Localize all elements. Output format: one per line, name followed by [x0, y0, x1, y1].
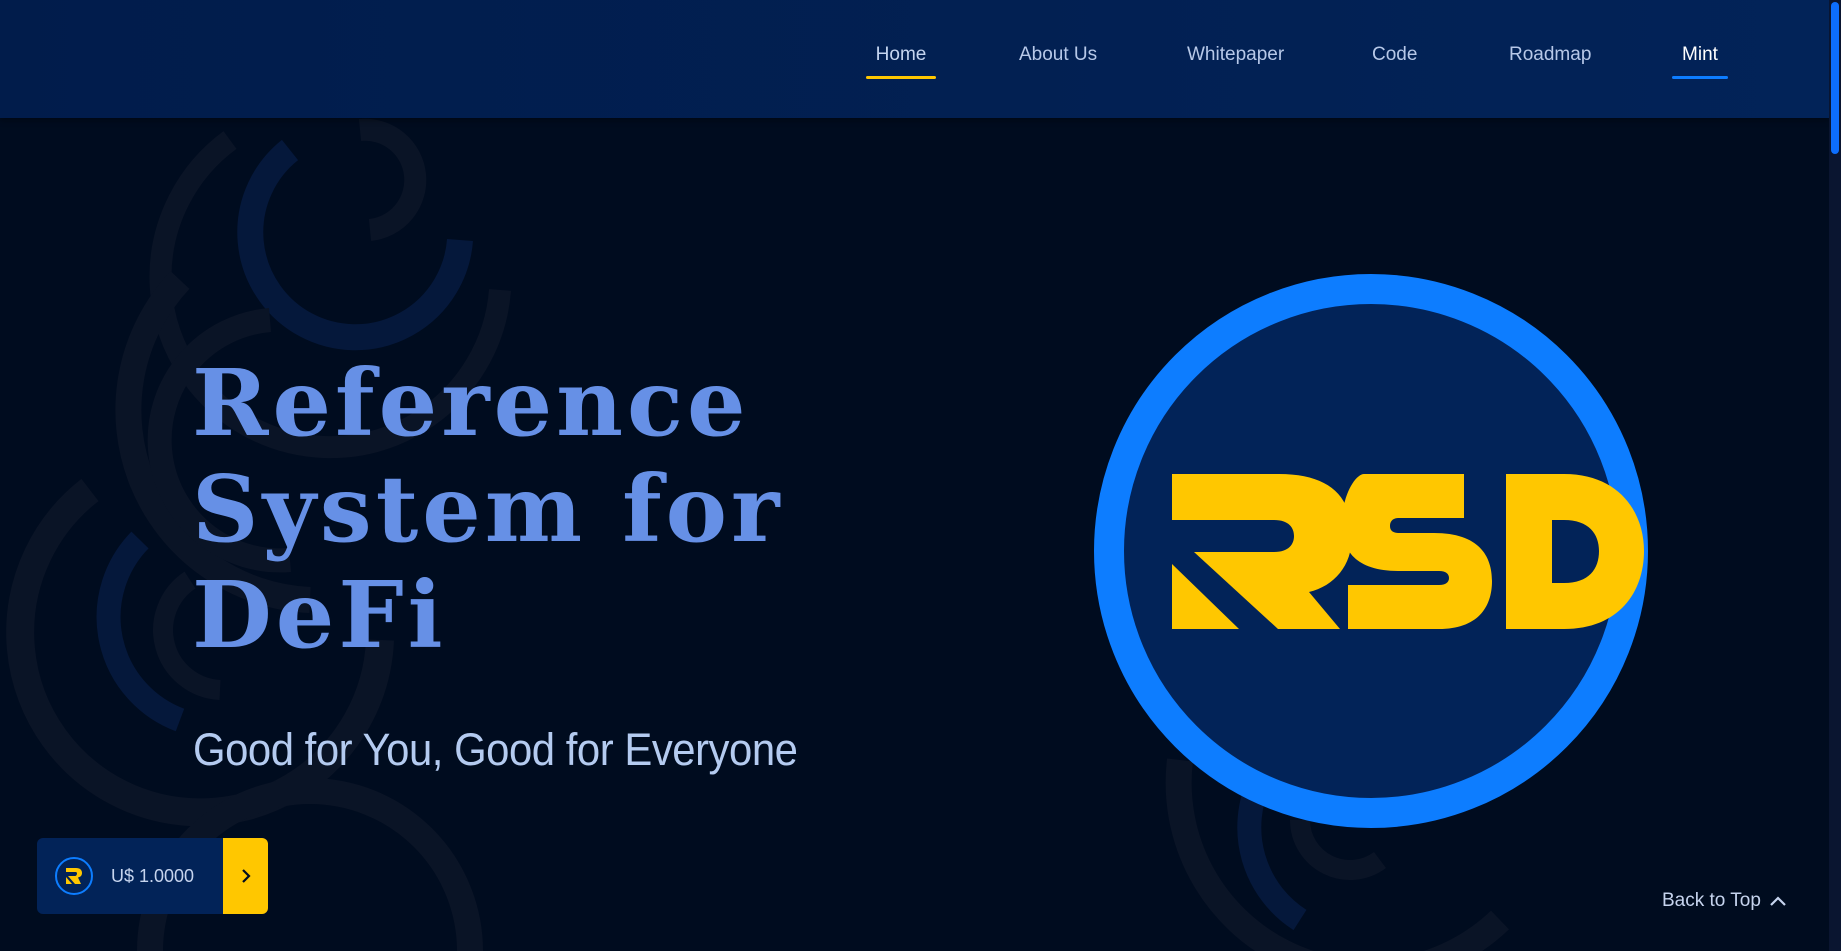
scrollbar-thumb[interactable] — [1831, 2, 1839, 154]
price-display: U$ 1.0000 — [37, 838, 223, 914]
nav-about-us[interactable]: About Us — [1019, 44, 1097, 66]
rsd-logo-icon — [1094, 274, 1648, 828]
back-to-top-link[interactable]: Back to Top — [1662, 890, 1787, 912]
nav-home[interactable]: Home — [866, 44, 936, 66]
rsd-coin-icon — [55, 857, 93, 895]
price-expand-button[interactable] — [223, 838, 268, 914]
rsd-logo — [1094, 274, 1648, 828]
nav-home-label: Home — [875, 44, 927, 65]
page-scrollbar[interactable] — [1829, 0, 1841, 951]
back-to-top-label: Back to Top — [1662, 890, 1761, 911]
nav-code-label: Code — [1372, 44, 1418, 65]
nav-mint-label: Mint — [1682, 44, 1718, 65]
nav-mint[interactable]: Mint — [1672, 44, 1728, 66]
nav-home-underline — [866, 76, 936, 79]
nav-roadmap-label: Roadmap — [1509, 44, 1592, 65]
nav-mint-underline — [1672, 76, 1728, 79]
nav-code[interactable]: Code — [1372, 44, 1418, 66]
top-navigation-bar: Home About Us Whitepaper Code Roadmap Mi… — [0, 0, 1829, 118]
price-widget: U$ 1.0000 — [37, 838, 268, 914]
chevron-right-icon — [241, 869, 251, 883]
nav-about-us-label: About Us — [1019, 44, 1098, 65]
chevron-up-icon — [1770, 896, 1786, 906]
price-value: U$ 1.0000 — [111, 865, 195, 886]
hero-subtitle: Good for You, Good for Everyone — [193, 724, 798, 775]
nav-whitepaper-label: Whitepaper — [1187, 44, 1285, 65]
nav-roadmap[interactable]: Roadmap — [1509, 44, 1592, 66]
nav-whitepaper[interactable]: Whitepaper — [1187, 44, 1284, 66]
hero-title: Reference System for DeFi — [192, 349, 784, 669]
